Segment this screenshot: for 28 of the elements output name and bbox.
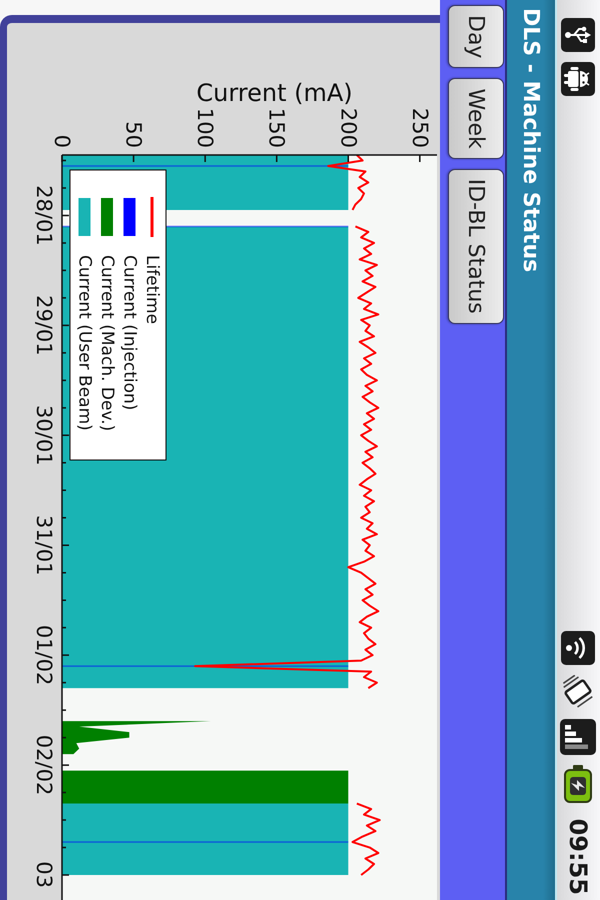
axis-tick-label: 02/02 <box>32 734 56 796</box>
axis-tick-label: 28/01 <box>32 185 56 246</box>
axis-tick-label: 29/01 <box>32 295 56 356</box>
android-robot-icon <box>562 62 596 96</box>
axis-tick-label: 100 <box>193 108 218 148</box>
axis-tick-label: 03 <box>32 861 56 886</box>
battery-charging-icon <box>564 764 592 803</box>
signal-icon <box>560 718 596 755</box>
axis-tick-label: 30/01 <box>32 405 56 466</box>
clock-time: 09:55 <box>564 818 592 895</box>
axis-tick-label: 0 <box>50 134 74 148</box>
axis-tick-label: 31/01 <box>32 514 56 576</box>
axis-title: Current (mA) <box>196 79 353 107</box>
axis-tick-label: 250 <box>408 108 432 148</box>
app-title: DLS - Machine Status <box>518 8 544 272</box>
wifi-icon <box>562 630 596 665</box>
axis-tick-label: 50 <box>122 121 146 148</box>
view-button[interactable]: Week <box>448 78 504 159</box>
view-button[interactable]: ID-BL Status <box>448 168 504 324</box>
axis-tick-label: 200 <box>336 108 360 148</box>
view-button[interactable]: Day <box>448 5 504 68</box>
legend-label: Current (User Beam) <box>74 255 94 431</box>
legend-label: Lifetime <box>142 255 162 324</box>
axis-tick-label: 150 <box>264 108 289 148</box>
usb-icon <box>562 18 596 52</box>
axis-tick-label: 01/02 <box>32 624 56 686</box>
legend-label: Current (Injection) <box>120 255 140 410</box>
legend-label: Current (Mach. Dev.) <box>97 255 117 432</box>
